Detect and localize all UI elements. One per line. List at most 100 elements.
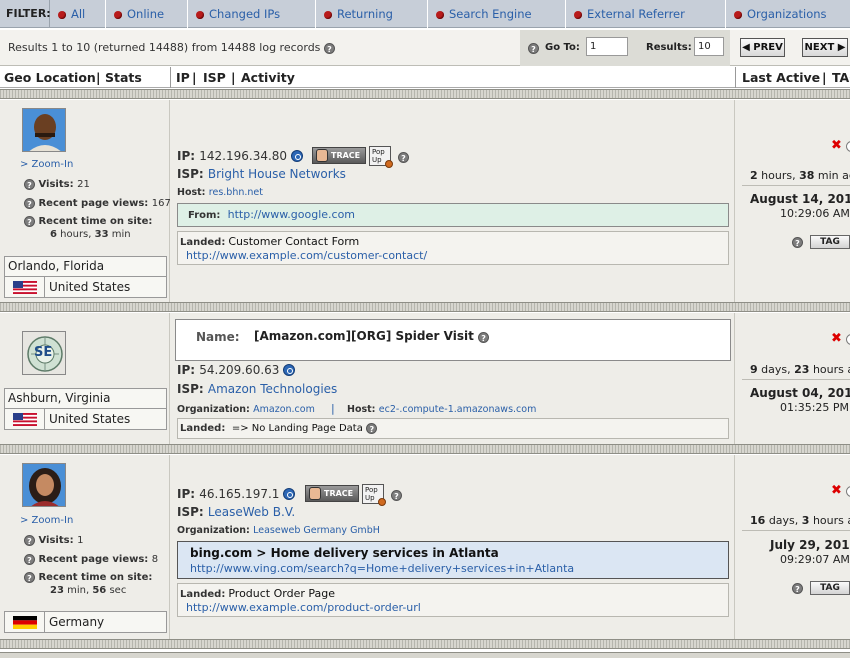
org-label: Organization:	[177, 404, 250, 415]
org-value[interactable]: Leaseweb Germany GmbH	[253, 525, 380, 536]
isp-value[interactable]: Bright House Networks	[208, 167, 346, 181]
help-icon[interactable]	[846, 334, 850, 345]
trace-button[interactable]: TRACE	[305, 485, 359, 502]
help-icon[interactable]: ?	[792, 237, 803, 248]
time-unit: hours,	[60, 229, 92, 240]
last-active-cell: ✖ 9 days, 23 hours ago August 04, 2013 0…	[736, 313, 850, 444]
geo-stats-cell: > Zoom-In ? Visits: 1 ? Recent page view…	[0, 455, 170, 639]
trace-button[interactable]: TRACE	[312, 147, 366, 164]
row-separator	[0, 89, 850, 99]
popup-button[interactable]: Pop Up	[369, 146, 393, 168]
visits-label: Visits:	[38, 535, 74, 546]
filter-search-engine[interactable]: Search Engine	[428, 0, 566, 28]
host-value[interactable]: ec2-.compute-1.amazonaws.com	[379, 404, 537, 415]
help-icon[interactable]: ?	[24, 198, 35, 209]
help-icon[interactable]: ?	[323, 43, 335, 54]
goto-input[interactable]: 1	[586, 37, 628, 56]
help-icon[interactable]: ?	[24, 554, 35, 565]
col-stats[interactable]: Stats	[105, 70, 142, 85]
close-icon[interactable]: ✖	[831, 138, 842, 153]
per-page-input[interactable]: 10	[694, 37, 724, 56]
help-icon[interactable]	[846, 141, 850, 152]
magnify-icon[interactable]	[291, 150, 304, 162]
isp-value[interactable]: LeaseWeb B.V.	[208, 505, 295, 519]
ago-unit: hours,	[761, 169, 796, 182]
visits-label: Visits:	[38, 179, 74, 190]
isp-value[interactable]: Amazon Technologies	[208, 382, 337, 396]
time-hours: 6	[50, 229, 57, 240]
prev-button[interactable]: ◀ PREV	[740, 38, 785, 57]
country-box: United States	[4, 276, 167, 298]
filter-external-referrer[interactable]: External Referrer	[566, 0, 726, 28]
visit-time: 09:29:07 AM	[780, 553, 850, 566]
zoom-in-link[interactable]: > Zoom-In	[20, 515, 73, 526]
se-badge: SE	[34, 345, 53, 360]
close-icon[interactable]: ✖	[831, 483, 842, 498]
landed-line: Landed: Product Order Page	[180, 587, 335, 600]
avatar-female[interactable]	[22, 463, 66, 507]
help-icon[interactable]: ?	[528, 43, 539, 54]
magnify-icon[interactable]	[283, 364, 296, 376]
results-summary-text: Results 1 to 10 (returned 14488) from 14…	[8, 41, 321, 54]
ip-value: 46.165.197.1	[199, 487, 280, 501]
help-icon[interactable]: ?	[24, 535, 35, 546]
tag-button[interactable]: TAG	[810, 581, 850, 595]
search-engine-avatar[interactable]: SE	[22, 331, 66, 375]
filter-all[interactable]: All	[50, 0, 106, 28]
filter-organizations-label: Organizations	[747, 7, 827, 21]
referrer-search-box: bing.com > Home delivery services in Atl…	[177, 541, 729, 579]
time-unit: sec	[109, 585, 127, 596]
col-last-active[interactable]: Last Active	[742, 70, 820, 85]
col-tag[interactable]: TAG	[832, 70, 850, 85]
red-dot-icon	[324, 11, 332, 19]
time-minutes: 23	[50, 585, 64, 596]
isp-label: ISP:	[177, 167, 204, 181]
col-isp[interactable]: ISP	[203, 70, 226, 85]
help-icon[interactable]: ?	[24, 216, 35, 227]
views-value: 167	[151, 198, 171, 209]
col-activity[interactable]: Activity	[241, 70, 295, 85]
help-icon[interactable]: ?	[24, 572, 35, 583]
filter-changed-ips[interactable]: Changed IPs	[188, 0, 316, 28]
tag-button[interactable]: TAG	[810, 235, 850, 249]
magnify-icon[interactable]	[283, 488, 296, 500]
filter-online[interactable]: Online	[106, 0, 188, 28]
from-url[interactable]: http://www.google.com	[228, 208, 355, 221]
zoom-in-link[interactable]: > Zoom-In	[20, 159, 73, 170]
last-active-cell: ✖ 16 days, 3 hours ago July 29, 2013 09:…	[736, 455, 850, 639]
col-ip[interactable]: IP	[176, 70, 190, 85]
country-box: United States	[4, 408, 167, 430]
close-icon[interactable]: ✖	[831, 331, 842, 346]
org-value[interactable]: Amazon.com	[253, 404, 315, 415]
person-icon	[309, 487, 321, 500]
avatar-male[interactable]	[22, 108, 66, 152]
help-icon[interactable]: ?	[792, 583, 803, 594]
help-icon[interactable]	[846, 486, 850, 497]
country-box: Germany	[4, 611, 167, 633]
help-icon[interactable]: ?	[478, 332, 490, 343]
landed-url[interactable]: http://www.example.com/product-order-url	[186, 601, 421, 614]
help-icon[interactable]: ?	[391, 490, 402, 501]
landed-url[interactable]: http://www.example.com/customer-contact/	[186, 249, 427, 262]
next-button[interactable]: NEXT ▶	[802, 38, 848, 57]
popup-dot-icon	[378, 498, 386, 506]
help-icon[interactable]: ?	[24, 179, 35, 190]
filter-returning[interactable]: Returning	[316, 0, 428, 28]
views-value: 8	[151, 554, 159, 565]
ip-label: IP:	[177, 149, 196, 163]
host-value[interactable]: res.bhn.net	[209, 187, 263, 198]
name-label: Name:	[196, 330, 240, 344]
help-icon[interactable]: ?	[366, 423, 378, 434]
ago-unit: min ago	[817, 169, 850, 182]
isp-line: ISP: LeaseWeb B.V.	[177, 505, 295, 519]
chevron-left-icon: ◀	[742, 42, 750, 53]
popup-button[interactable]: Pop Up	[362, 484, 386, 506]
ago-number: 23	[794, 363, 810, 376]
help-icon[interactable]: ?	[398, 152, 409, 163]
col-geo[interactable]: Geo Location	[4, 70, 96, 85]
host-label: Host:	[177, 187, 206, 198]
visits-stat: ? Visits: 21	[24, 179, 90, 190]
popup-label: Pop Up	[365, 486, 378, 502]
search-referrer-url[interactable]: http://www.ving.com/search?q=Home+delive…	[190, 562, 574, 575]
filter-organizations[interactable]: Organizations	[726, 0, 850, 28]
